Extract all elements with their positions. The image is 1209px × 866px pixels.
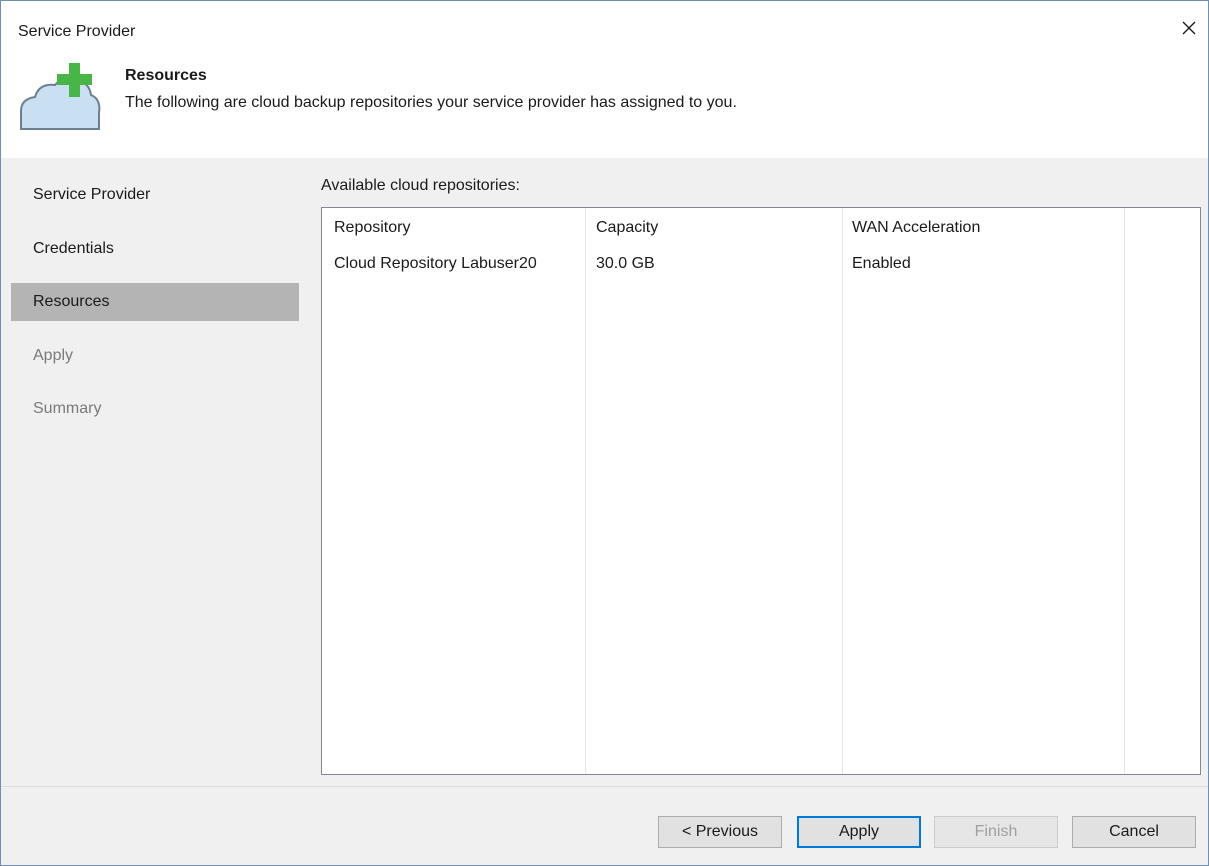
cell-wan-acceleration: Enabled: [852, 255, 911, 272]
close-icon: [1182, 21, 1196, 35]
cell-repository: Cloud Repository Labuser20: [334, 255, 537, 272]
main-content: Available cloud repositories: Repository…: [299, 158, 1208, 786]
sidebar-item-label: Credentials: [33, 240, 114, 257]
title-bar: Service Provider: [1, 1, 1208, 53]
column-separator[interactable]: [842, 208, 843, 774]
window-title: Service Provider: [18, 23, 136, 40]
sidebar-item-label: Apply: [33, 347, 74, 364]
cell-capacity: 30.0 GB: [596, 255, 655, 272]
cloud-plus-icon: [20, 63, 101, 130]
dialog-window: Service Provider Resources The following…: [0, 0, 1209, 866]
sidebar-item-credentials[interactable]: Credentials: [11, 230, 299, 268]
header-title: Resources: [125, 67, 207, 84]
repositories-list[interactable]: Repository Capacity WAN Acceleration Clo…: [321, 207, 1201, 775]
sidebar-item-label: Resources: [33, 293, 110, 310]
sidebar-item-label: Service Provider: [33, 186, 151, 203]
sidebar-item-service-provider[interactable]: Service Provider: [11, 176, 299, 214]
wizard-header: Resources The following are cloud backup…: [1, 53, 1208, 157]
close-button[interactable]: [1176, 15, 1202, 41]
previous-button[interactable]: < Previous: [658, 816, 782, 848]
sidebar-item-label: Summary: [33, 400, 102, 417]
column-separator[interactable]: [585, 208, 586, 774]
column-separator[interactable]: [1124, 208, 1125, 774]
sidebar-item-apply: Apply: [11, 337, 299, 375]
repositories-label: Available cloud repositories:: [321, 177, 520, 194]
cancel-button[interactable]: Cancel: [1072, 816, 1196, 848]
column-header-repository[interactable]: Repository: [334, 219, 410, 237]
sidebar-item-summary: Summary: [11, 390, 299, 428]
column-header-wan-acceleration[interactable]: WAN Acceleration: [852, 219, 980, 237]
column-header-capacity[interactable]: Capacity: [596, 219, 658, 237]
finish-button: Finish: [934, 816, 1058, 848]
sidebar-item-resources[interactable]: Resources: [11, 283, 299, 321]
header-description: The following are cloud backup repositor…: [125, 94, 737, 111]
apply-button[interactable]: Apply: [797, 816, 921, 848]
wizard-steps-sidebar: Service Provider Credentials Resources A…: [1, 158, 299, 786]
wizard-footer: < Previous Apply Finish Cancel: [1, 786, 1208, 865]
